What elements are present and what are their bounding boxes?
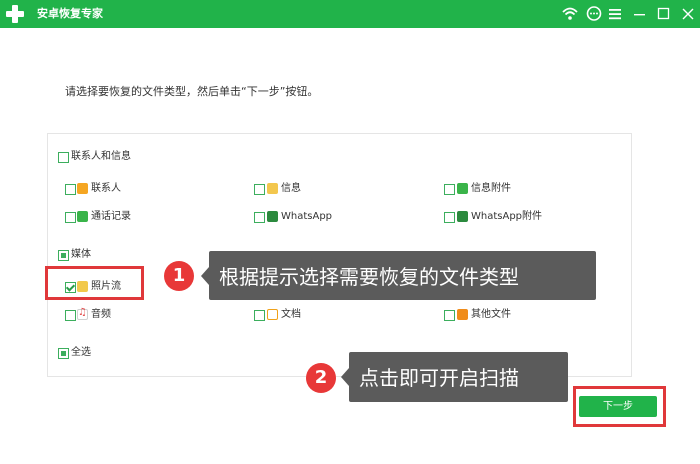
step-1-badge: 1 bbox=[164, 261, 194, 291]
menu-icon[interactable] bbox=[606, 5, 624, 23]
message-icon bbox=[267, 183, 278, 194]
messages-label: 信息 bbox=[281, 183, 301, 194]
documents-label: 文档 bbox=[281, 309, 301, 320]
whatsapp-icon bbox=[267, 211, 278, 222]
next-button[interactable]: 下一步 bbox=[579, 396, 657, 417]
other-files-icon bbox=[457, 309, 468, 320]
instruction-text: 请选择要恢复的文件类型，然后单击“下一步”按钮。 bbox=[65, 85, 319, 98]
contact-icon bbox=[77, 183, 88, 194]
message-attachments-label: 信息附件 bbox=[471, 183, 511, 194]
contacts-label: 联系人 bbox=[91, 183, 121, 194]
document-icon bbox=[267, 309, 278, 320]
chat-icon[interactable] bbox=[585, 5, 603, 23]
wifi-icon[interactable] bbox=[561, 5, 579, 23]
step-1-tooltip: 根据提示选择需要恢复的文件类型 bbox=[201, 251, 596, 300]
other-files-label: 其他文件 bbox=[471, 309, 511, 320]
call-log-icon bbox=[77, 211, 88, 222]
media-group-label: 媒体 bbox=[71, 249, 91, 260]
title-bar: 安卓恢复专家 bbox=[0, 0, 700, 28]
call-log-checkbox[interactable] bbox=[65, 212, 76, 223]
messages-checkbox[interactable] bbox=[254, 184, 265, 195]
audio-icon bbox=[77, 307, 88, 320]
whatsapp-attachment-icon bbox=[457, 211, 468, 222]
contacts-checkbox[interactable] bbox=[65, 184, 76, 195]
close-icon[interactable] bbox=[679, 5, 697, 23]
whatsapp-label: WhatsApp bbox=[281, 211, 333, 222]
step-2-badge: 2 bbox=[306, 363, 336, 393]
maximize-icon[interactable] bbox=[655, 5, 673, 23]
whatsapp-attachments-checkbox[interactable] bbox=[444, 212, 455, 223]
photo-stream-highlight bbox=[45, 266, 144, 300]
whatsapp-checkbox[interactable] bbox=[254, 212, 265, 223]
contacts-group-checkbox[interactable] bbox=[58, 152, 69, 163]
minimize-icon[interactable] bbox=[631, 5, 649, 23]
select-all-label: 全选 bbox=[71, 347, 91, 358]
contacts-group-label: 联系人和信息 bbox=[71, 151, 131, 162]
select-all-checkbox[interactable] bbox=[58, 348, 69, 359]
whatsapp-attachments-label: WhatsApp附件 bbox=[471, 211, 543, 222]
other-files-checkbox[interactable] bbox=[444, 310, 455, 321]
audio-label: 音频 bbox=[91, 309, 111, 320]
app-logo-plus-icon bbox=[5, 4, 25, 24]
audio-checkbox[interactable] bbox=[65, 310, 76, 321]
attachment-icon bbox=[457, 183, 468, 194]
media-group-checkbox[interactable] bbox=[58, 250, 69, 261]
call-log-label: 通话记录 bbox=[91, 211, 131, 222]
message-attachments-checkbox[interactable] bbox=[444, 184, 455, 195]
app-title: 安卓恢复专家 bbox=[37, 7, 103, 20]
step-2-tooltip: 点击即可开启扫描 bbox=[341, 352, 568, 402]
documents-checkbox[interactable] bbox=[254, 310, 265, 321]
